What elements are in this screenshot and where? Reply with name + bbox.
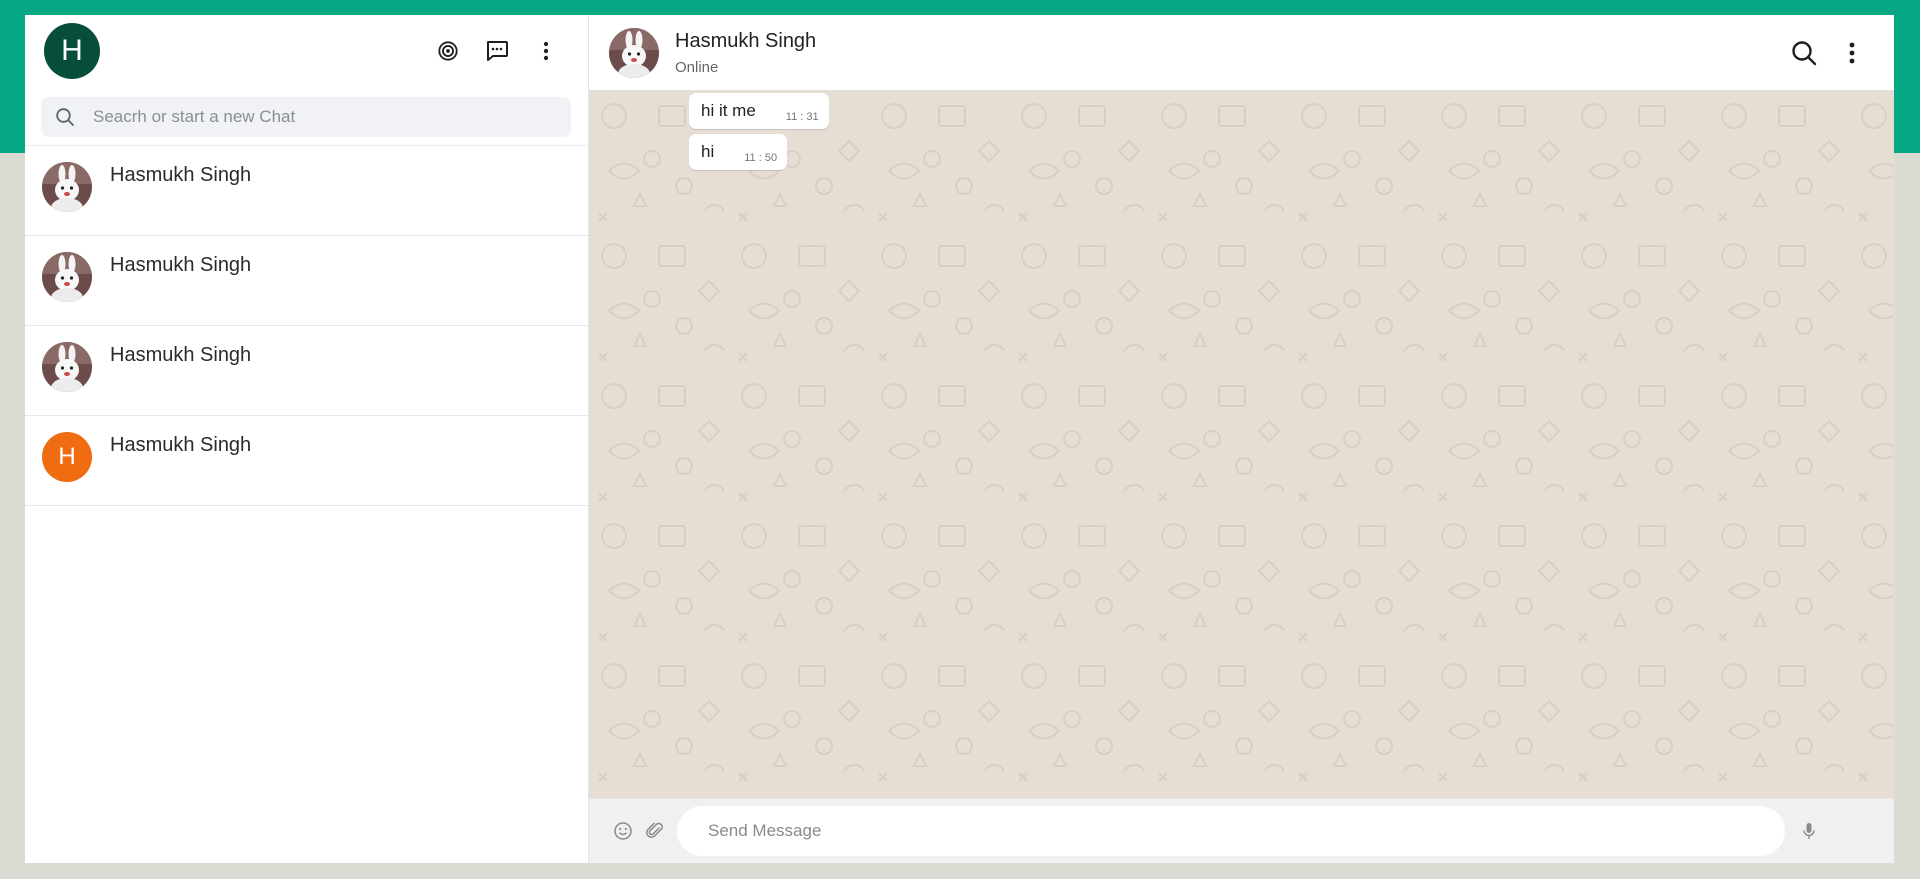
bunny-avatar-icon [609, 27, 659, 78]
user-avatar[interactable]: H [44, 23, 100, 79]
avatar: H [42, 432, 92, 482]
status-icon [437, 41, 458, 61]
contact-avatar[interactable] [609, 27, 659, 78]
message-text: hi [701, 142, 715, 161]
chat-name: Hasmukh Singh [110, 434, 252, 456]
contact-name: Hasmukh Singh [675, 29, 817, 52]
doodle-wallpaper-pattern [589, 91, 1893, 798]
conversation-panel: Hasmukh Singh Online hi it me 11: 31 hi… [589, 15, 1894, 863]
message-bubble[interactable]: hi it me 11 : 31 [689, 93, 829, 129]
microphone-icon[interactable] [1801, 821, 1817, 841]
search-box [41, 97, 571, 137]
contact-info[interactable]: Hasmukh Singh Online [675, 30, 816, 76]
menu-dots-icon [543, 41, 548, 61]
new-chat-button[interactable] [472, 31, 521, 71]
avatar [42, 162, 92, 212]
contact-status: Online [675, 58, 719, 76]
search-container [25, 87, 588, 146]
chat-list-item[interactable]: Hasmukh Singh [25, 326, 588, 416]
chat-name: Hasmukh Singh [110, 344, 252, 366]
bunny-avatar-icon [42, 162, 92, 212]
menu-dots-icon [1849, 42, 1855, 63]
status-button[interactable] [423, 31, 472, 71]
message-input[interactable] [677, 806, 1785, 856]
search-icon [56, 108, 74, 126]
message-composer [589, 798, 1894, 863]
message-text: hi it me [701, 101, 756, 120]
chat-list: Hasmukh Singh Hasmukh Singh Hasmukh Sing… [25, 146, 588, 863]
new-chat-icon [486, 41, 508, 61]
chat-name: Hasmukh Singh [110, 164, 252, 186]
chat-list-item[interactable]: Hasmukh Singh [25, 146, 588, 236]
avatar [42, 252, 92, 302]
message-bubble[interactable]: hi 11 : 50 [689, 134, 788, 170]
chat-list-item[interactable]: Hasmukh Singh [25, 236, 588, 326]
chat-name: Hasmukh Singh [110, 254, 252, 276]
chat-list-item[interactable]: H Hasmukh Singh [25, 416, 588, 506]
attach-icon[interactable] [645, 821, 665, 841]
app-window: H Seacrh or start a new Chat Hasmukh Sin… [25, 15, 1894, 863]
emoji-icon[interactable] [613, 821, 633, 841]
bunny-avatar-icon [42, 342, 92, 392]
search-input[interactable] [93, 107, 493, 127]
menu-button[interactable] [521, 31, 570, 71]
sidebar: H Seacrh or start a new Chat Hasmukh Sin… [25, 15, 589, 863]
avatar [42, 342, 92, 392]
search-conversation-button[interactable] [1779, 33, 1828, 73]
message-area[interactable]: hi it me 11 : 31 hi 11 : 50 [589, 91, 1894, 798]
bunny-avatar-icon [42, 252, 92, 302]
conversation-header: Hasmukh Singh Online [589, 15, 1894, 91]
sidebar-header: H [25, 15, 588, 87]
message-time: 11 : 31 [785, 111, 819, 123]
search-icon [1791, 40, 1816, 65]
conversation-menu-button[interactable] [1840, 33, 1864, 73]
message-time: 11 : 50 [744, 152, 778, 164]
